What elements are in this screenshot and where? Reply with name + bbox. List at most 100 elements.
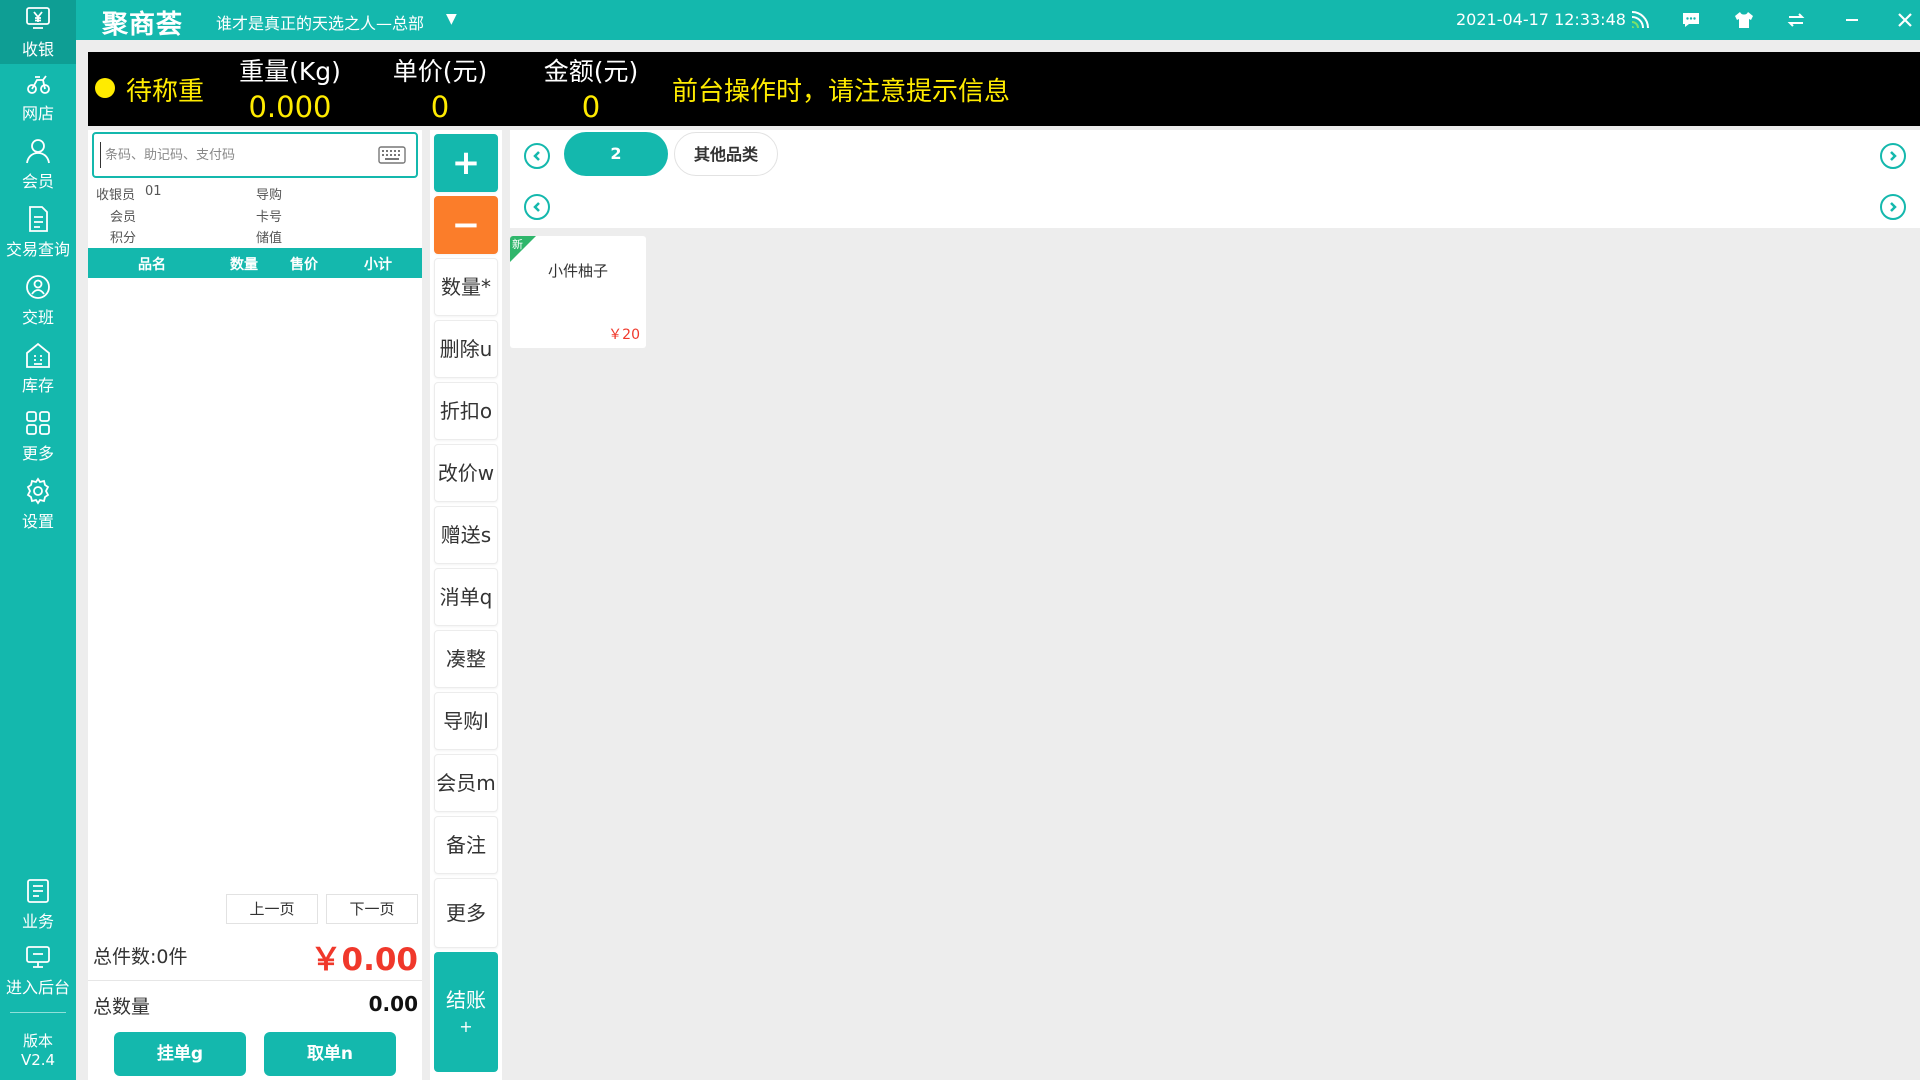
discount-button[interactable]: 折扣o [434,382,498,440]
sidebar-item-label: 网店 [21,104,54,123]
title-bar: 聚商荟 谁才是真正的天选之人—总部 ▼ 2021-04-17 12:33:48 [76,0,1920,40]
total-quantity-label: 总数量 [93,996,151,1018]
column-header-name: 品名 [138,257,166,273]
sidebar-item-settings[interactable]: 设置 [0,472,76,536]
cancel-order-button[interactable]: 消单q [434,568,498,626]
sidebar-item-member[interactable]: 会员 [0,132,76,196]
weight-column: 重量(Kg) 0.000 [210,52,370,124]
total-items-count: 总件数:0件 [93,946,188,968]
online-store-icon [27,75,50,94]
sidebar-item-shift-handover[interactable]: 交班 [0,268,76,332]
scale-status: 待称重 [126,77,205,107]
order-table-header: 品名 数量 售价 小计 [88,248,422,278]
category-next-arrow-icon[interactable] [1880,143,1906,169]
delete-button[interactable]: 删除u [434,320,498,378]
sidebar-item-label: 会员 [21,172,54,191]
category-tab-other[interactable]: 其他品类 [674,132,778,176]
keyboard-icon[interactable] [378,145,406,165]
checkout-shortcut: + [459,1017,473,1036]
checkout-button[interactable]: 结账 + [434,952,498,1072]
store-dropdown-icon[interactable]: ▼ [446,11,457,27]
sidebar-item-label: 设置 [21,512,54,531]
subcategory-next-arrow-icon[interactable] [1880,194,1906,220]
column-header-price: 售价 [290,257,318,273]
panel-divider [88,980,422,981]
sidebar-item-label: 收银 [21,40,54,59]
more-grid-icon [26,411,50,435]
sidebar-item-more[interactable]: 更多 [0,404,76,468]
total-quantity-value: 0.00 [368,992,418,1016]
category-prev-arrow-icon[interactable] [524,143,550,169]
next-page-button[interactable]: 下一页 [326,894,418,924]
function-button-column: + − 数量* 删除u 折扣o 改价w 赠送s 消单q 凑整 导购l 会员m 备… [430,130,502,1080]
theme-shirt-icon[interactable] [1732,8,1756,32]
scale-display: 待称重 重量(Kg) 0.000 单价(元) 0 金额(元) 0 前台操作时，请… [88,52,1920,126]
increase-quantity-button[interactable]: + [434,134,498,192]
amount-label: 金额(元) [543,57,639,86]
sidebar-item-label: 更多 [21,444,54,463]
sidebar-item-business[interactable]: 业务 [0,872,76,936]
sidebar-item-transaction-query[interactable]: 交易查询 [0,200,76,264]
weight-value: 0.000 [248,90,332,124]
product-price: ￥20 [608,327,640,343]
checkout-label: 结账 [446,988,486,1012]
change-price-button[interactable]: 改价w [434,444,498,502]
close-icon[interactable] [1893,8,1917,32]
prev-page-button[interactable]: 上一页 [226,894,318,924]
column-header-subtotal: 小计 [364,257,392,273]
sidebar: 收银 网店 会员 交易查询 交班 库存 更多 设置 业务 进入后台 版本 V2.… [0,0,76,1080]
sidebar-item-label: 交班 [21,308,54,327]
sidebar-item-online-store[interactable]: 网店 [0,64,76,128]
guide-label: 导购 [256,188,283,203]
datetime-display: 2021-04-17 12:33:48 [1456,10,1626,29]
amount-value: 0 [581,90,601,124]
member-button[interactable]: 会员m [434,754,498,812]
barcode-search-input[interactable] [100,142,370,168]
switch-arrows-icon[interactable] [1784,8,1808,32]
transaction-query-icon [29,206,48,232]
sidebar-divider [10,1012,66,1013]
sidebar-item-cashier[interactable]: 收银 [0,0,76,64]
store-name[interactable]: 谁才是真正的天选之人—总部 [216,10,424,34]
category-tab-2[interactable]: 2 [564,132,668,176]
shift-handover-icon [26,275,50,299]
sidebar-item-label: 业务 [21,912,54,931]
sidebar-item-label: 库存 [21,376,54,395]
product-card[interactable]: 新 小件柚子 ￥20 [510,236,646,348]
network-signal-icon[interactable] [1627,8,1651,32]
card-number-label: 卡号 [256,210,283,225]
unit-price-value: 0 [430,90,450,124]
retrieve-order-button[interactable]: 取单n [264,1032,396,1076]
sales-guide-button[interactable]: 导购l [434,692,498,750]
remark-button[interactable]: 备注 [434,816,498,874]
backend-monitor-icon [26,946,50,968]
total-amount: ￥0.00 [310,942,419,978]
product-grid: 新 小件柚子 ￥20 [510,232,1920,1080]
unit-price-label: 单价(元) [392,57,488,86]
category-bar: 2 其他品类 [510,130,1920,228]
member-label: 会员 [110,210,137,225]
business-icon [27,879,49,903]
message-icon[interactable] [1679,8,1703,32]
minimize-icon[interactable] [1840,8,1864,32]
decrease-quantity-button[interactable]: − [434,196,498,254]
subcategory-prev-arrow-icon[interactable] [524,194,550,220]
more-functions-button[interactable]: 更多 [434,878,498,948]
sidebar-item-enter-backend[interactable]: 进入后台 [0,938,76,1002]
hold-order-button[interactable]: 挂单g [114,1032,246,1076]
balance-label: 储值 [256,231,283,246]
quantity-button[interactable]: 数量* [434,258,498,316]
version-number: V2.4 [20,1051,56,1069]
settings-gear-icon [26,477,50,505]
member-icon [26,139,50,164]
product-name: 小件柚子 [547,262,608,280]
weight-label: 重量(Kg) [239,57,341,86]
amount-column: 金额(元) 0 [511,52,671,124]
round-off-button[interactable]: 凑整 [434,630,498,688]
version-info: 版本 V2.4 [0,1032,76,1070]
sidebar-item-label: 交易查询 [5,240,70,259]
new-badge-text: 新 [512,238,523,251]
gift-button[interactable]: 赠送s [434,506,498,564]
sidebar-item-inventory[interactable]: 库存 [0,336,76,400]
scale-status-indicator [95,78,115,98]
